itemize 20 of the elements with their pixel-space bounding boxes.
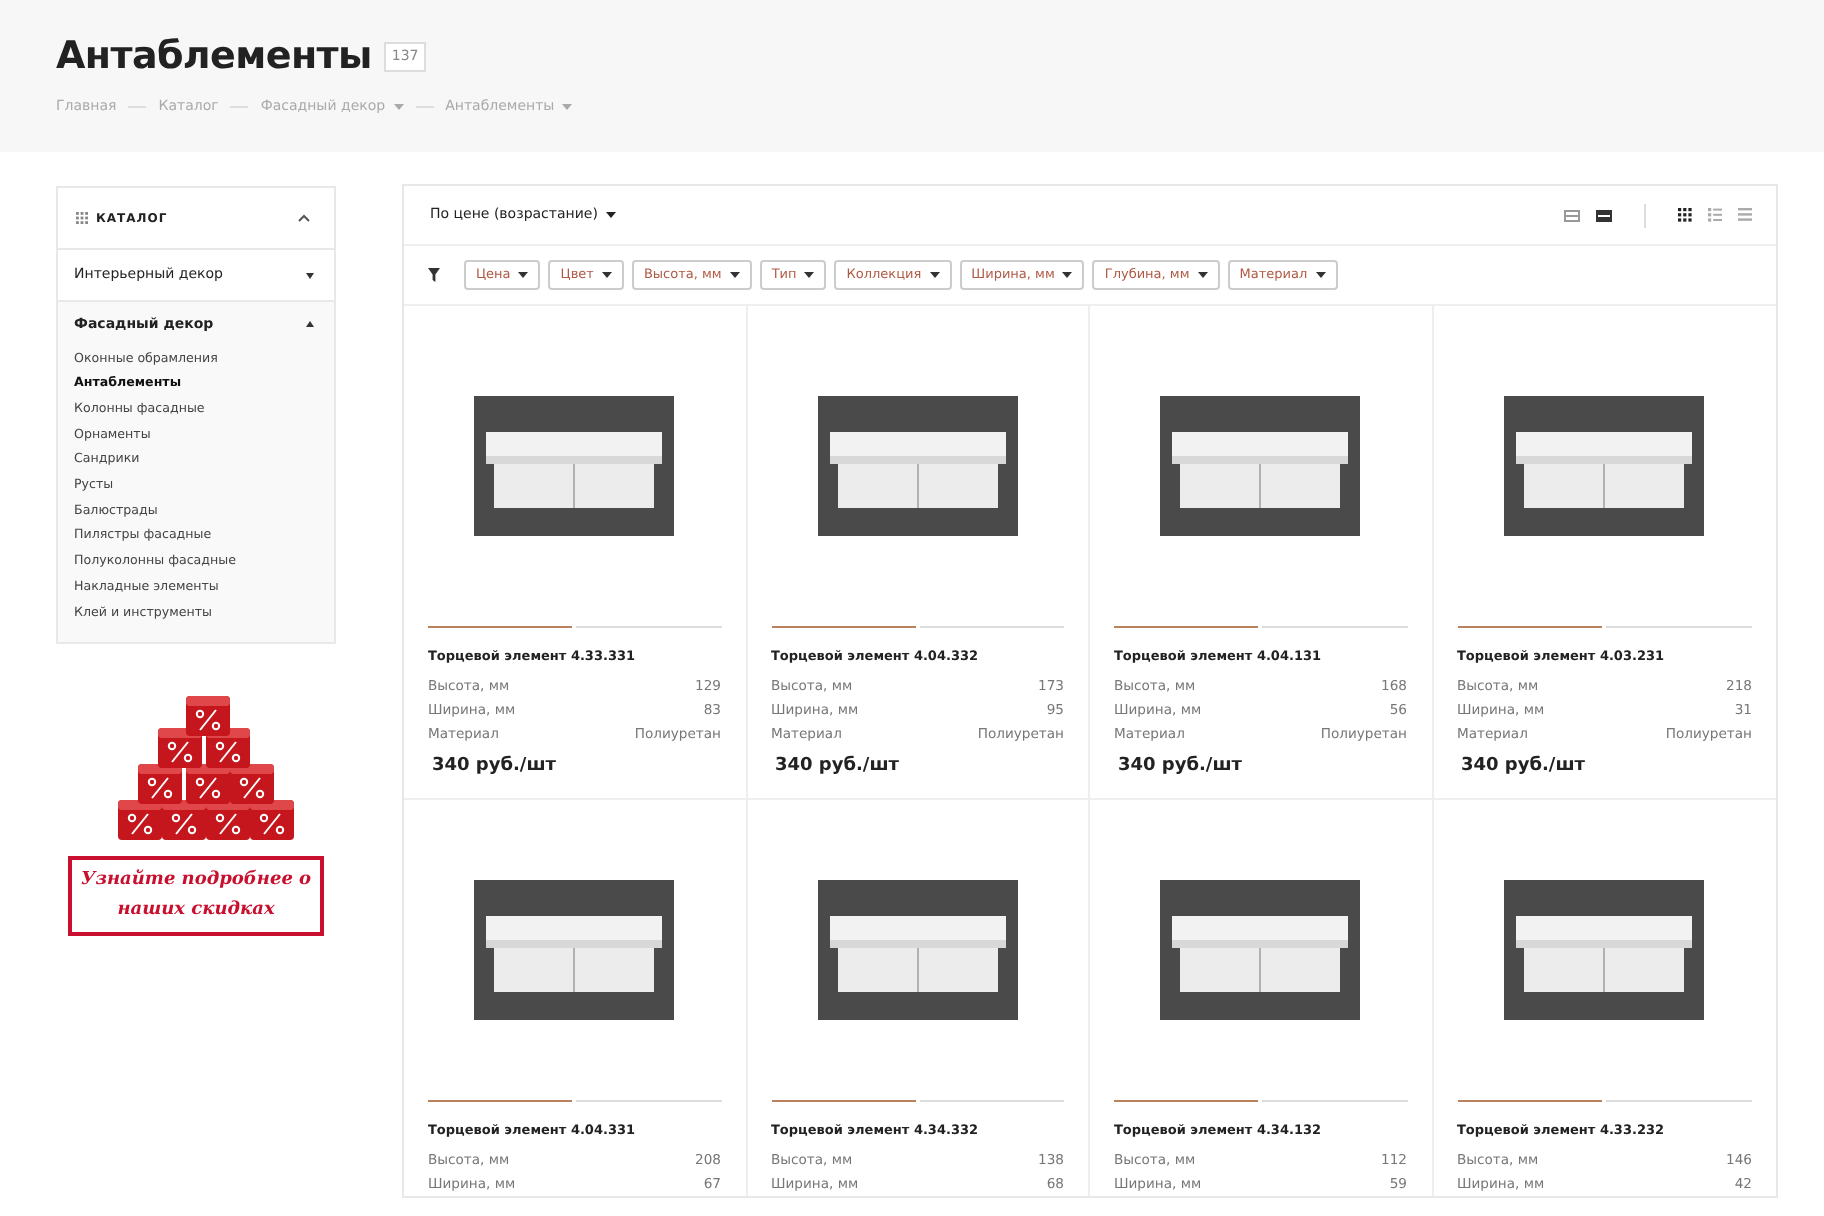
caret-icon: [804, 270, 815, 280]
product-price: 340 руб./шт: [430, 753, 558, 780]
caret-icon: [929, 270, 940, 280]
grid-icon: [76, 212, 88, 224]
product-price: 340 руб./шт: [773, 753, 901, 780]
caret-icon: [605, 210, 616, 220]
chevron-icon[interactable]: [298, 214, 310, 222]
density-icon[interactable]: [1596, 209, 1612, 221]
product-price: 340 руб./шт: [1116, 753, 1244, 780]
grid-view-icon[interactable]: [1678, 208, 1692, 222]
discount-banner[interactable]: Узнайте подробнее о наших скидках: [68, 856, 324, 937]
caret-icon: [601, 270, 612, 280]
caret-icon: [1062, 270, 1073, 280]
filter-icon[interactable]: [428, 268, 440, 282]
caret-icon: [518, 270, 529, 280]
page-title: Антаблементы: [56, 34, 372, 80]
caret-icon: [729, 270, 740, 280]
caret-icon: [1315, 270, 1326, 280]
caret-icon: [1197, 270, 1208, 280]
product-price: 340 руб./шт: [1459, 753, 1587, 780]
